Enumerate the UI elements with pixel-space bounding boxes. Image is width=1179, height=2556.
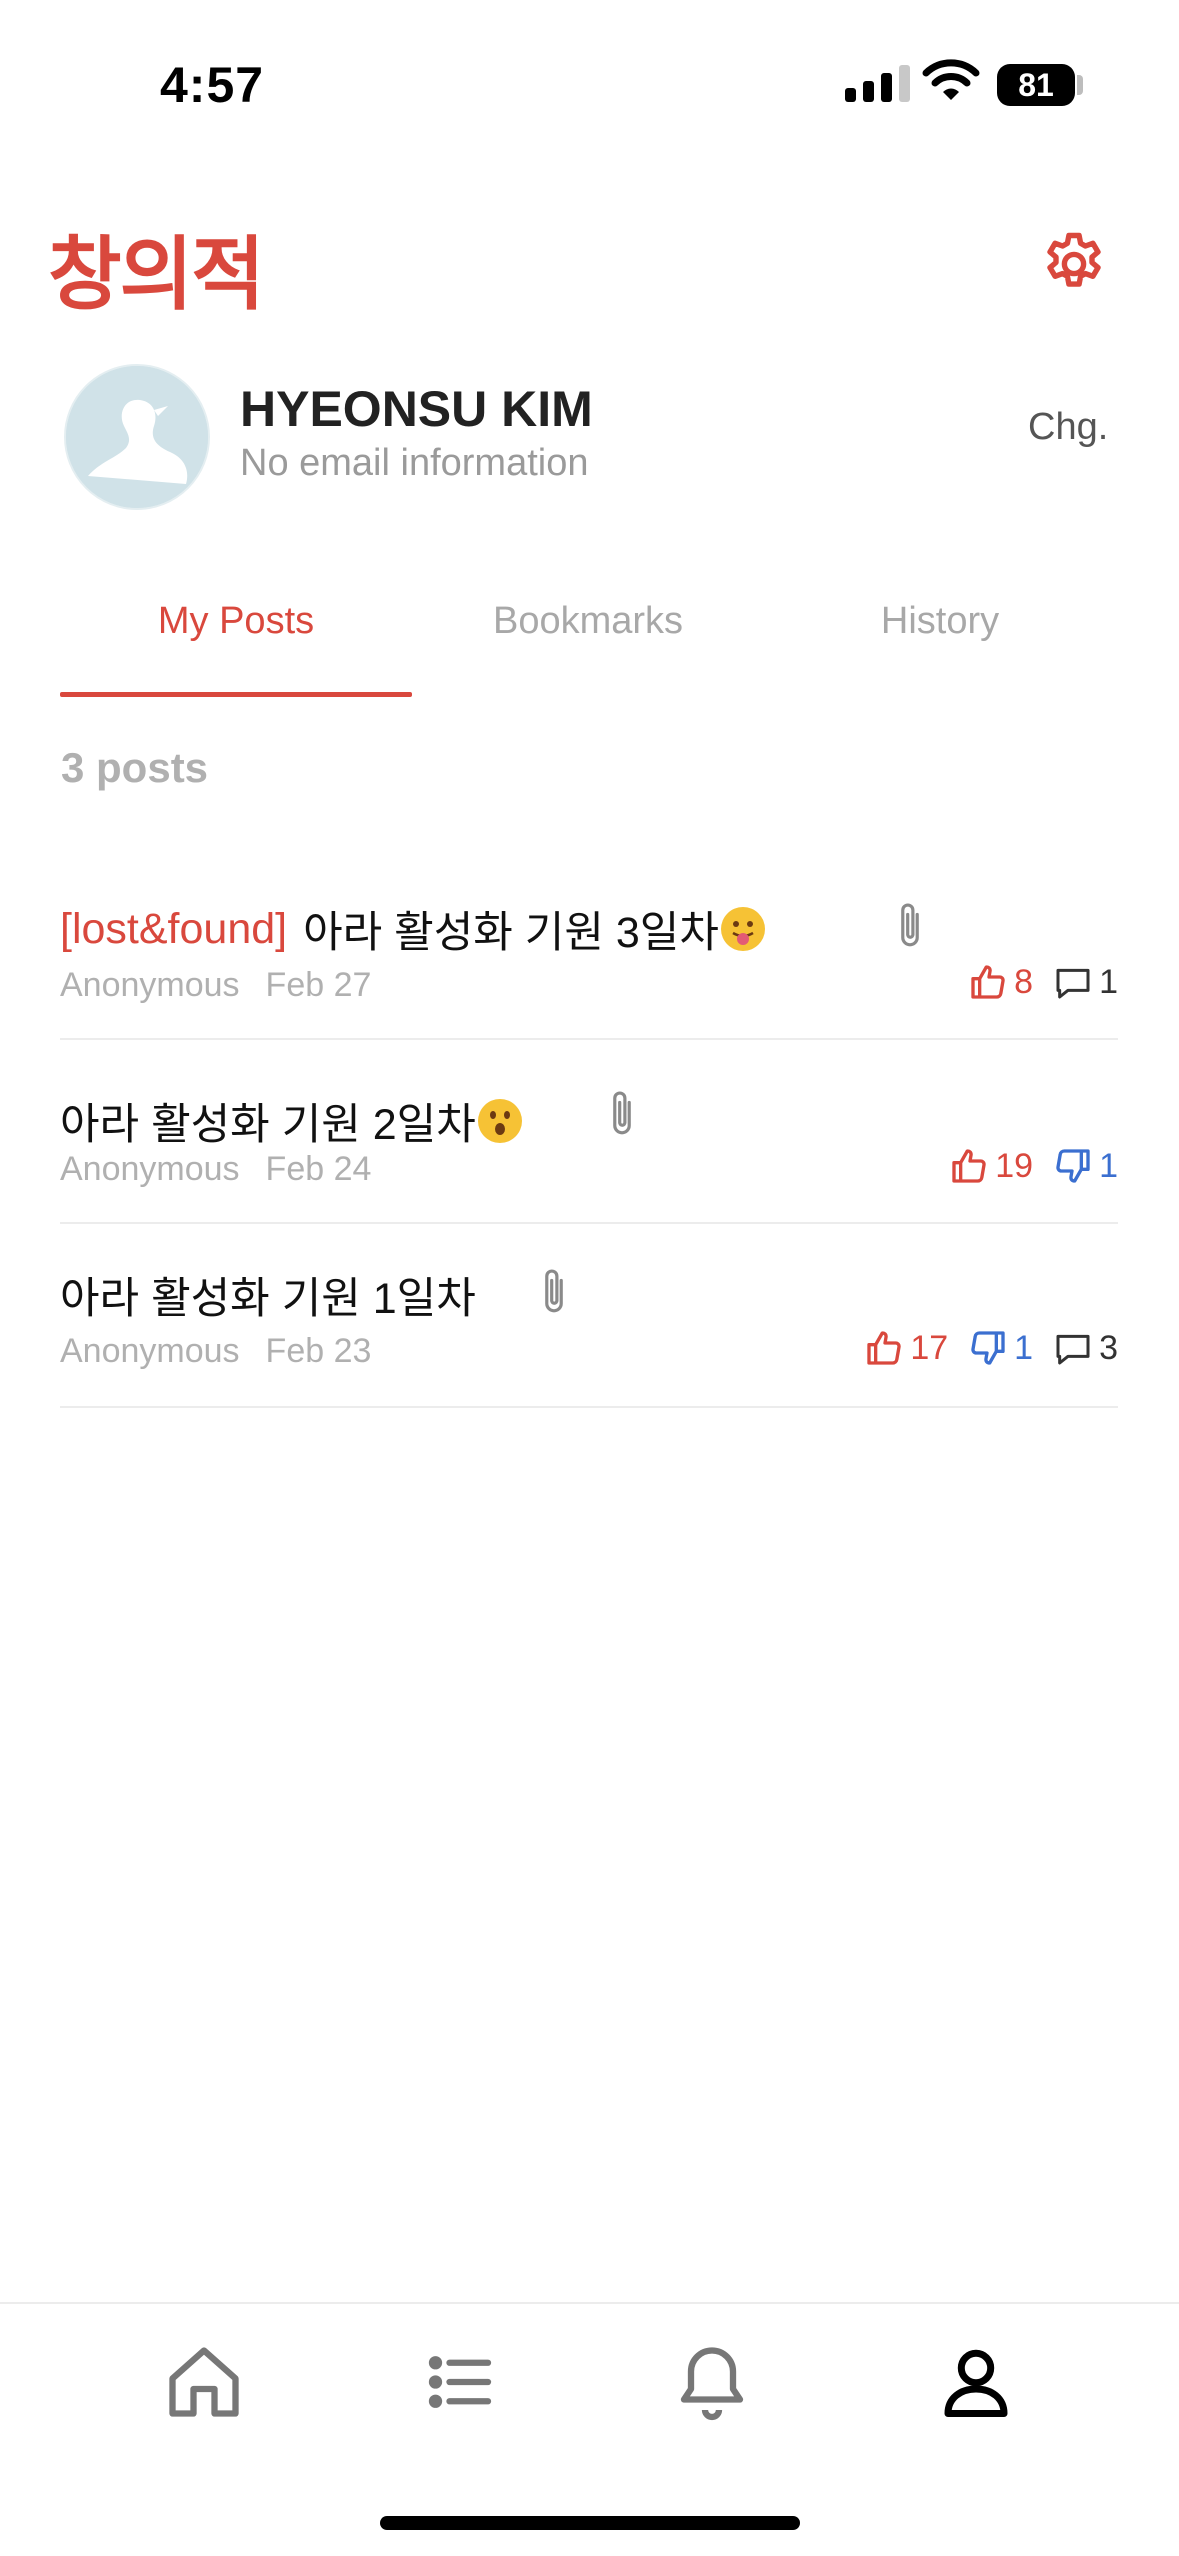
thumbs-up-icon <box>971 965 1005 999</box>
comment-icon <box>1056 968 1090 999</box>
attachment-icon <box>536 1266 572 1323</box>
attachment-icon <box>604 1088 640 1145</box>
surprised-emoji-icon <box>477 1099 522 1143</box>
profile-email: No email information <box>240 442 589 484</box>
post-author: Anonymous <box>60 1150 240 1188</box>
wifi-icon <box>922 58 980 107</box>
profile-name: HYEONSU KIM <box>240 381 593 437</box>
post-date: Feb 23 <box>265 1332 372 1370</box>
battery-icon: 81 <box>997 64 1075 106</box>
post-title-text: 아라 활성화 기원 3일차 <box>303 909 719 957</box>
post-meta: Anonymous Feb 23 <box>60 1332 371 1371</box>
like-count: 8 <box>968 962 1033 1002</box>
post-title-text: 아라 활성화 기원 1일차 <box>60 1275 476 1323</box>
post-meta: Anonymous Feb 24 <box>60 1150 371 1189</box>
thumbs-up-icon <box>867 1331 901 1365</box>
active-tab-indicator <box>60 692 412 697</box>
gear-icon[interactable] <box>1038 228 1110 305</box>
post-date: Feb 27 <box>265 966 372 1004</box>
attachment-icon <box>892 900 928 957</box>
thumbs-down-icon <box>971 1331 1005 1365</box>
post-title: 아라 활성화 기원 2일차 <box>60 1090 522 1152</box>
cellular-signal-icon <box>845 62 910 102</box>
list-icon[interactable] <box>418 2340 502 2429</box>
bottom-nav-divider <box>0 2302 1179 2304</box>
avatar[interactable] <box>64 364 210 510</box>
battery-nub <box>1077 75 1083 95</box>
post-stats: 19 1 <box>949 1146 1118 1186</box>
list-item[interactable]: 아라 활성화 기원 1일차 Anonymous Feb 23 17 1 3 <box>60 1224 1118 1408</box>
comment-count: 3 <box>1053 1328 1118 1368</box>
home-icon[interactable] <box>162 2340 246 2429</box>
post-title: 아라 활성화 기원 1일차 <box>60 1264 476 1326</box>
list-item[interactable]: 아라 활성화 기원 2일차 Anonymous Feb 24 19 1 <box>60 1040 1118 1224</box>
tab-history[interactable]: History <box>764 600 1116 643</box>
thumbs-down-icon <box>1056 1149 1090 1183</box>
post-title: [lost&found] 아라 활성화 기원 3일차 <box>60 898 765 960</box>
tongue-emoji-icon <box>720 907 765 951</box>
post-stats: 8 1 <box>968 962 1118 1002</box>
post-stats: 17 1 3 <box>864 1328 1118 1368</box>
like-count: 17 <box>864 1328 948 1368</box>
battery-level: 81 <box>1018 66 1054 103</box>
post-title-text: 아라 활성화 기원 2일차 <box>60 1101 476 1149</box>
post-tag: [lost&found] <box>60 904 288 953</box>
dislike-count: 1 <box>968 1328 1033 1368</box>
tab-bookmarks[interactable]: Bookmarks <box>412 600 764 643</box>
thumbs-up-icon <box>952 1149 986 1183</box>
bell-icon[interactable] <box>670 2340 754 2429</box>
post-date: Feb 24 <box>265 1150 372 1188</box>
post-count: 3 posts <box>61 744 209 791</box>
list-item[interactable]: [lost&found] 아라 활성화 기원 3일차 Anonymous Feb … <box>60 880 1118 1040</box>
home-indicator <box>380 2516 800 2530</box>
tab-my-posts[interactable]: My Posts <box>60 600 412 643</box>
dislike-count: 1 <box>1053 1146 1118 1186</box>
comment-count: 1 <box>1053 962 1118 1002</box>
like-count: 19 <box>949 1146 1033 1186</box>
status-time: 4:57 <box>160 57 265 113</box>
post-meta: Anonymous Feb 27 <box>60 966 371 1005</box>
change-profile-button[interactable]: Chg. <box>1028 406 1108 449</box>
profile-icon[interactable] <box>934 2340 1018 2429</box>
post-author: Anonymous <box>60 1332 240 1370</box>
post-author: Anonymous <box>60 966 240 1004</box>
comment-icon <box>1056 1334 1090 1365</box>
app-logo: 창의적 <box>48 228 265 321</box>
